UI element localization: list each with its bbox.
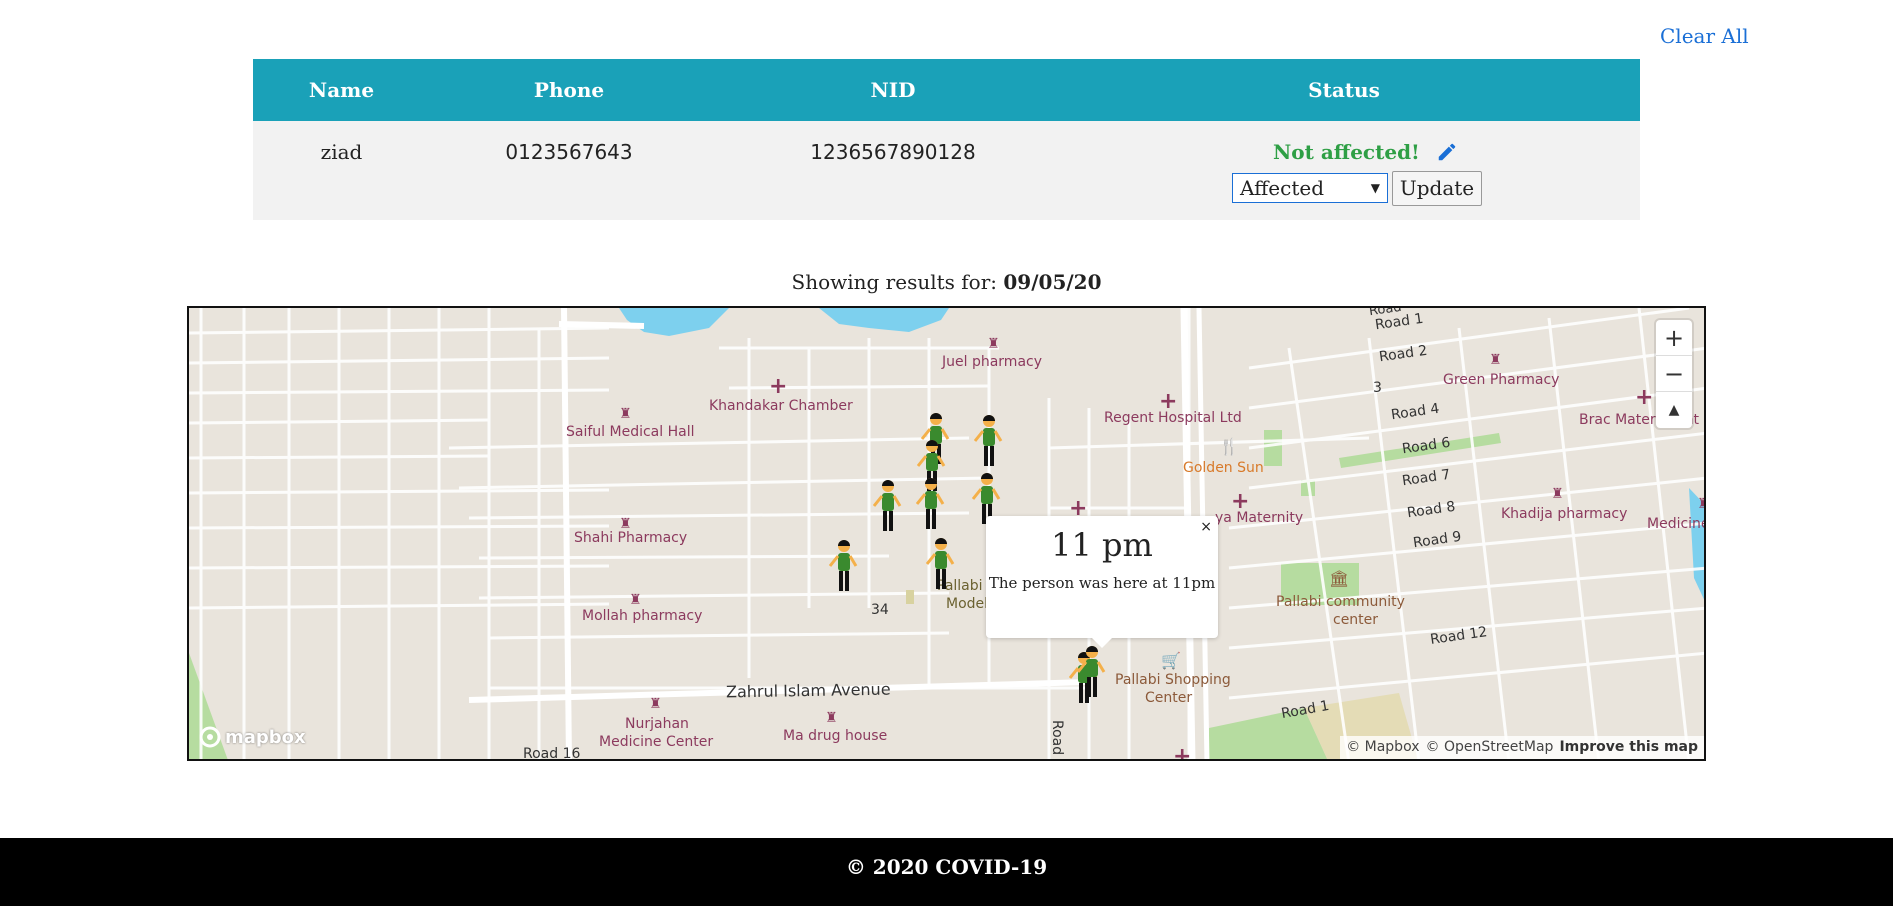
zoom-out-button[interactable]: − [1656,356,1692,392]
poi-label-shopping-2: Center [1145,690,1193,706]
popup-title: 11 pm [1051,526,1153,564]
col-header-nid: NID [870,78,916,102]
status-select[interactable]: Affected ▼ [1232,173,1388,203]
svg-text:♜: ♜ [649,696,662,712]
cell-phone: 0123567643 [505,140,633,164]
poi-label-khandakar: Khandakar Chamber [709,398,853,414]
popup-text: The person was here at 11pm [988,574,1216,592]
col-header-phone: Phone [533,78,605,102]
poi-label-juel: Juel pharmacy [942,354,1043,370]
poi-label-brac: Brac Matern [1579,412,1665,428]
cell-nid: 1236567890128 [810,140,976,164]
svg-text:♜: ♜ [825,710,838,726]
svg-text:🏛: 🏛 [1329,569,1349,588]
status-text: Not affected! [1273,140,1420,164]
svg-text:♜: ♜ [629,592,642,608]
road-label-zahrul: Zahrul Islam Avenue [725,679,891,702]
map-nav-controls: + − ▲ [1656,320,1692,428]
svg-text:♜: ♜ [1489,352,1502,368]
map-attribution: © Mapbox © OpenStreetMap Improve this ma… [1340,736,1704,759]
person-marker[interactable] [1077,644,1107,700]
person-marker[interactable] [916,476,946,532]
results-date: 09/05/20 [1003,270,1102,294]
poi-label-saiful: Saiful Medical Hall [566,424,695,440]
svg-text:+: + [769,374,787,399]
svg-text:🍴: 🍴 [1219,437,1239,456]
results-label: Showing results for: [791,270,998,294]
chevron-down-icon: ▼ [1370,181,1380,195]
poi-label-nurjahan: Nurjahan [625,716,689,732]
poi-label-shahi: Shahi Pharmacy [574,530,688,546]
osm-attribution-link[interactable]: © OpenStreetMap [1426,739,1554,758]
svg-text:🛒: 🛒 [1161,651,1181,670]
svg-text:+: + [1635,385,1653,410]
road-label-road-16: Road 16 [523,746,581,761]
road-label-road-7-vertical: Road 7 [1049,720,1065,761]
update-button[interactable]: Update [1392,171,1482,206]
poi-label-maternity: ya Maternity [1215,510,1304,526]
poi-label-nurjahan-2: Medicine Center [599,734,714,750]
poi-label-mollah: Mollah pharmacy [582,608,703,624]
results-caption: Showing results for: 09/05/20 [0,270,1893,294]
mapbox-logo[interactable]: mapbox [199,726,306,748]
poi-label-green-pharmacy: Green Pharmacy [1443,372,1560,388]
poi-label-madrug: Ma drug house [783,728,888,744]
poi-label-shopping: Pallabi Shopping [1115,672,1231,688]
poi-label-community-2: center [1333,612,1379,628]
poi-label-medicine: Medicine [1647,516,1706,532]
cell-name: ziad [320,140,363,164]
map-view[interactable]: ++ ++ ++ ♜♜ ♜♜ ♜♜ ♜♜ ♜ 🍴 🛒 🏛 Juel pharma… [187,306,1706,761]
clear-all-link[interactable]: Clear All [1660,24,1749,48]
poi-label-pallabi-model-2: Model [946,596,989,612]
svg-text:♜: ♜ [619,406,632,422]
compass-icon[interactable]: ▲ [1656,392,1692,428]
mapbox-attribution-link[interactable]: © Mapbox [1346,739,1419,758]
status-cell: Not affected! [1273,140,1458,164]
svg-text:♜: ♜ [1697,496,1706,512]
svg-text:♜: ♜ [1551,486,1564,502]
poi-label-khadija: Khadija pharmacy [1501,506,1628,522]
status-select-value: Affected [1240,176,1325,200]
table-header: Name Phone NID Status [253,59,1640,121]
person-marker[interactable] [873,478,903,534]
person-marker[interactable] [926,536,956,592]
map-popup: × 11 pm The person was here at 11pm [986,516,1218,648]
person-marker[interactable] [829,538,859,594]
poi-label-golden-sun: Golden Sun [1183,460,1264,476]
footer-text: © 2020 COVID-19 [845,855,1048,879]
poi-label-community: Pallabi community [1276,594,1405,610]
road-label-3: 3 [1373,380,1382,396]
mapbox-logo-text: mapbox [225,726,306,748]
person-marker[interactable] [974,413,1004,469]
improve-map-link[interactable]: Improve this map [1559,739,1698,758]
mapbox-logo-icon [199,726,221,748]
popup-close-icon[interactable]: × [1200,519,1212,535]
pencil-edit-icon[interactable] [1436,141,1458,163]
footer: © 2020 COVID-19 [0,838,1893,906]
road-label-34: 34 [871,602,889,618]
poi-label-regent: Regent Hospital Ltd [1104,410,1242,426]
col-header-status: Status [1308,78,1380,102]
svg-text:+: + [1173,744,1191,761]
svg-text:♜: ♜ [987,336,1000,352]
zoom-in-button[interactable]: + [1656,320,1692,356]
col-header-name: Name [308,78,375,102]
